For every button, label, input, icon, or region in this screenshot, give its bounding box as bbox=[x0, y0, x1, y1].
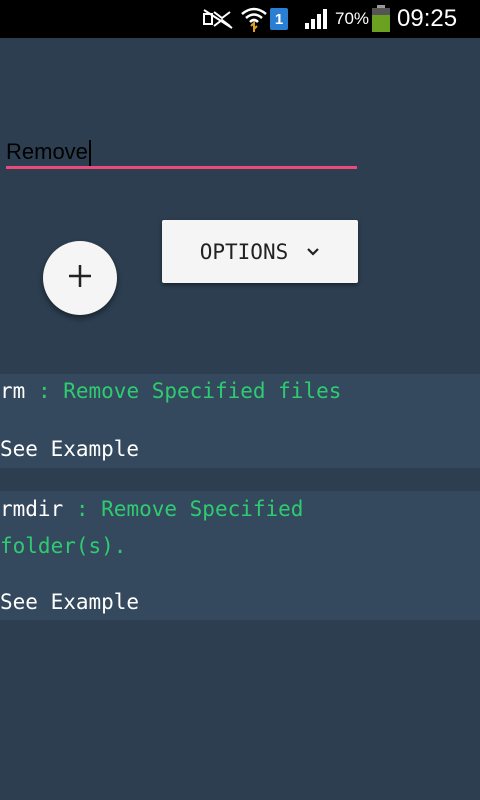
command-description: Remove Specified bbox=[101, 497, 304, 521]
chevron-down-icon bbox=[306, 247, 320, 257]
battery-icon bbox=[371, 0, 391, 38]
command-name: rmdir bbox=[0, 497, 64, 521]
options-button[interactable]: OPTIONS bbox=[162, 220, 358, 283]
command-description-continued: folder(s). bbox=[0, 534, 127, 558]
add-button[interactable] bbox=[43, 241, 117, 315]
clock: 09:25 bbox=[397, 5, 458, 32]
result-card-rmdir: rmdir : Remove Specified folder(s). See … bbox=[0, 491, 480, 620]
command-separator: : bbox=[63, 497, 102, 521]
plus-icon bbox=[67, 263, 93, 294]
sim-icon: 1 bbox=[270, 0, 288, 38]
signal-icon bbox=[304, 0, 330, 38]
see-example-link[interactable]: See Example bbox=[0, 437, 139, 461]
search-input[interactable]: Remove bbox=[6, 138, 91, 167]
options-button-label: OPTIONS bbox=[199, 239, 289, 264]
sim-number: 1 bbox=[270, 8, 288, 30]
command-description: Remove Specified files bbox=[63, 379, 342, 403]
wifi-icon bbox=[240, 0, 268, 38]
status-bar: 1 70% 09:25 bbox=[0, 0, 480, 38]
mute-icon bbox=[202, 0, 234, 38]
search-input-underline bbox=[6, 166, 357, 169]
result-title: rmdir : Remove Specified bbox=[0, 497, 303, 521]
see-example-link[interactable]: See Example bbox=[0, 590, 139, 614]
result-title: rm : Remove Specified files bbox=[0, 379, 341, 403]
command-separator: : bbox=[25, 379, 64, 403]
command-name: rm bbox=[0, 379, 26, 403]
search-input-value: Remove bbox=[6, 139, 88, 164]
battery-percent: 70% bbox=[335, 9, 370, 28]
result-card-rm: rm : Remove Specified files See Example bbox=[0, 374, 480, 468]
text-caret bbox=[88, 140, 91, 167]
